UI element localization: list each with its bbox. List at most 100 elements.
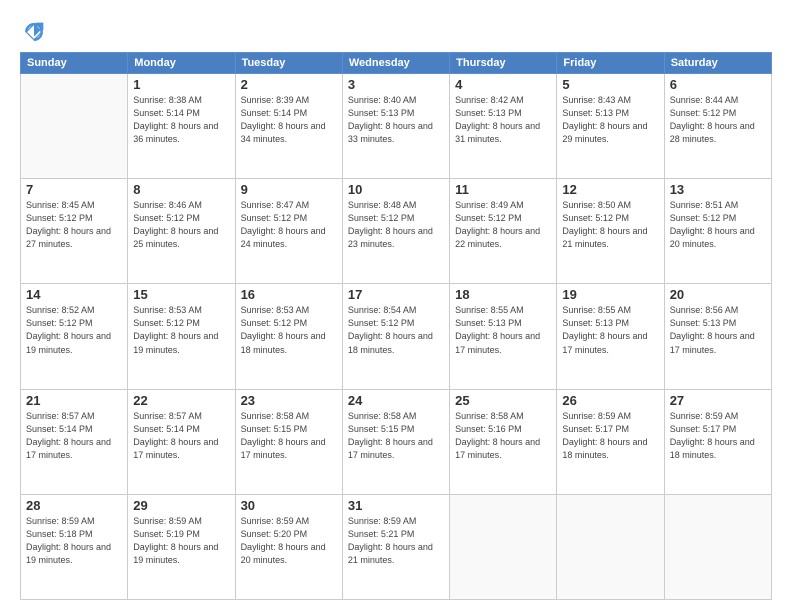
day-info: Sunrise: 8:57 AM Sunset: 5:14 PM Dayligh… [26,410,122,462]
week-row-4: 21 Sunrise: 8:57 AM Sunset: 5:14 PM Dayl… [21,389,772,494]
calendar-cell: 30 Sunrise: 8:59 AM Sunset: 5:20 PM Dayl… [235,494,342,599]
weekday-header-tuesday: Tuesday [235,53,342,74]
day-info: Sunrise: 8:52 AM Sunset: 5:12 PM Dayligh… [26,304,122,356]
calendar-cell: 25 Sunrise: 8:58 AM Sunset: 5:16 PM Dayl… [450,389,557,494]
day-number: 25 [455,393,551,408]
weekday-header-monday: Monday [128,53,235,74]
day-info: Sunrise: 8:59 AM Sunset: 5:17 PM Dayligh… [670,410,766,462]
logo [20,18,52,46]
calendar-cell: 23 Sunrise: 8:58 AM Sunset: 5:15 PM Dayl… [235,389,342,494]
calendar-cell: 17 Sunrise: 8:54 AM Sunset: 5:12 PM Dayl… [342,284,449,389]
day-info: Sunrise: 8:48 AM Sunset: 5:12 PM Dayligh… [348,199,444,251]
weekday-header-friday: Friday [557,53,664,74]
day-info: Sunrise: 8:47 AM Sunset: 5:12 PM Dayligh… [241,199,337,251]
day-number: 30 [241,498,337,513]
day-info: Sunrise: 8:59 AM Sunset: 5:17 PM Dayligh… [562,410,658,462]
calendar-cell: 4 Sunrise: 8:42 AM Sunset: 5:13 PM Dayli… [450,74,557,179]
calendar-cell: 24 Sunrise: 8:58 AM Sunset: 5:15 PM Dayl… [342,389,449,494]
calendar-cell: 13 Sunrise: 8:51 AM Sunset: 5:12 PM Dayl… [664,179,771,284]
day-number: 24 [348,393,444,408]
calendar-cell: 3 Sunrise: 8:40 AM Sunset: 5:13 PM Dayli… [342,74,449,179]
day-info: Sunrise: 8:53 AM Sunset: 5:12 PM Dayligh… [241,304,337,356]
weekday-header-thursday: Thursday [450,53,557,74]
day-info: Sunrise: 8:59 AM Sunset: 5:19 PM Dayligh… [133,515,229,567]
calendar-cell: 5 Sunrise: 8:43 AM Sunset: 5:13 PM Dayli… [557,74,664,179]
day-info: Sunrise: 8:40 AM Sunset: 5:13 PM Dayligh… [348,94,444,146]
day-number: 4 [455,77,551,92]
weekday-header-wednesday: Wednesday [342,53,449,74]
day-number: 2 [241,77,337,92]
calendar-cell: 16 Sunrise: 8:53 AM Sunset: 5:12 PM Dayl… [235,284,342,389]
calendar-cell: 11 Sunrise: 8:49 AM Sunset: 5:12 PM Dayl… [450,179,557,284]
weekday-header-row: SundayMondayTuesdayWednesdayThursdayFrid… [21,53,772,74]
calendar-cell: 7 Sunrise: 8:45 AM Sunset: 5:12 PM Dayli… [21,179,128,284]
day-number: 13 [670,182,766,197]
calendar-page: SundayMondayTuesdayWednesdayThursdayFrid… [0,0,792,612]
week-row-5: 28 Sunrise: 8:59 AM Sunset: 5:18 PM Dayl… [21,494,772,599]
day-info: Sunrise: 8:55 AM Sunset: 5:13 PM Dayligh… [562,304,658,356]
day-info: Sunrise: 8:56 AM Sunset: 5:13 PM Dayligh… [670,304,766,356]
day-number: 31 [348,498,444,513]
day-number: 9 [241,182,337,197]
calendar-cell: 19 Sunrise: 8:55 AM Sunset: 5:13 PM Dayl… [557,284,664,389]
logo-icon [20,18,48,46]
calendar-table: SundayMondayTuesdayWednesdayThursdayFrid… [20,52,772,600]
day-info: Sunrise: 8:49 AM Sunset: 5:12 PM Dayligh… [455,199,551,251]
day-info: Sunrise: 8:55 AM Sunset: 5:13 PM Dayligh… [455,304,551,356]
day-number: 28 [26,498,122,513]
week-row-3: 14 Sunrise: 8:52 AM Sunset: 5:12 PM Dayl… [21,284,772,389]
day-info: Sunrise: 8:58 AM Sunset: 5:15 PM Dayligh… [241,410,337,462]
day-info: Sunrise: 8:42 AM Sunset: 5:13 PM Dayligh… [455,94,551,146]
calendar-cell: 14 Sunrise: 8:52 AM Sunset: 5:12 PM Dayl… [21,284,128,389]
calendar-cell: 10 Sunrise: 8:48 AM Sunset: 5:12 PM Dayl… [342,179,449,284]
day-info: Sunrise: 8:58 AM Sunset: 5:16 PM Dayligh… [455,410,551,462]
day-number: 3 [348,77,444,92]
weekday-header-sunday: Sunday [21,53,128,74]
day-number: 23 [241,393,337,408]
day-number: 22 [133,393,229,408]
calendar-cell: 15 Sunrise: 8:53 AM Sunset: 5:12 PM Dayl… [128,284,235,389]
day-number: 8 [133,182,229,197]
day-number: 29 [133,498,229,513]
day-info: Sunrise: 8:59 AM Sunset: 5:21 PM Dayligh… [348,515,444,567]
calendar-cell [450,494,557,599]
calendar-cell [557,494,664,599]
day-number: 6 [670,77,766,92]
day-info: Sunrise: 8:46 AM Sunset: 5:12 PM Dayligh… [133,199,229,251]
day-number: 7 [26,182,122,197]
day-info: Sunrise: 8:54 AM Sunset: 5:12 PM Dayligh… [348,304,444,356]
day-info: Sunrise: 8:59 AM Sunset: 5:20 PM Dayligh… [241,515,337,567]
day-number: 11 [455,182,551,197]
day-info: Sunrise: 8:38 AM Sunset: 5:14 PM Dayligh… [133,94,229,146]
day-info: Sunrise: 8:57 AM Sunset: 5:14 PM Dayligh… [133,410,229,462]
calendar-cell: 22 Sunrise: 8:57 AM Sunset: 5:14 PM Dayl… [128,389,235,494]
header [20,18,772,46]
day-number: 15 [133,287,229,302]
day-number: 16 [241,287,337,302]
day-info: Sunrise: 8:43 AM Sunset: 5:13 PM Dayligh… [562,94,658,146]
day-info: Sunrise: 8:53 AM Sunset: 5:12 PM Dayligh… [133,304,229,356]
day-number: 18 [455,287,551,302]
calendar-cell: 9 Sunrise: 8:47 AM Sunset: 5:12 PM Dayli… [235,179,342,284]
calendar-cell: 6 Sunrise: 8:44 AM Sunset: 5:12 PM Dayli… [664,74,771,179]
week-row-1: 1 Sunrise: 8:38 AM Sunset: 5:14 PM Dayli… [21,74,772,179]
calendar-cell [21,74,128,179]
day-number: 1 [133,77,229,92]
day-number: 14 [26,287,122,302]
calendar-cell: 21 Sunrise: 8:57 AM Sunset: 5:14 PM Dayl… [21,389,128,494]
day-number: 5 [562,77,658,92]
day-info: Sunrise: 8:59 AM Sunset: 5:18 PM Dayligh… [26,515,122,567]
calendar-cell: 1 Sunrise: 8:38 AM Sunset: 5:14 PM Dayli… [128,74,235,179]
day-info: Sunrise: 8:50 AM Sunset: 5:12 PM Dayligh… [562,199,658,251]
day-number: 26 [562,393,658,408]
day-info: Sunrise: 8:58 AM Sunset: 5:15 PM Dayligh… [348,410,444,462]
day-info: Sunrise: 8:44 AM Sunset: 5:12 PM Dayligh… [670,94,766,146]
day-info: Sunrise: 8:51 AM Sunset: 5:12 PM Dayligh… [670,199,766,251]
week-row-2: 7 Sunrise: 8:45 AM Sunset: 5:12 PM Dayli… [21,179,772,284]
day-number: 19 [562,287,658,302]
calendar-cell: 27 Sunrise: 8:59 AM Sunset: 5:17 PM Dayl… [664,389,771,494]
calendar-cell: 18 Sunrise: 8:55 AM Sunset: 5:13 PM Dayl… [450,284,557,389]
calendar-cell: 12 Sunrise: 8:50 AM Sunset: 5:12 PM Dayl… [557,179,664,284]
day-number: 17 [348,287,444,302]
day-number: 12 [562,182,658,197]
